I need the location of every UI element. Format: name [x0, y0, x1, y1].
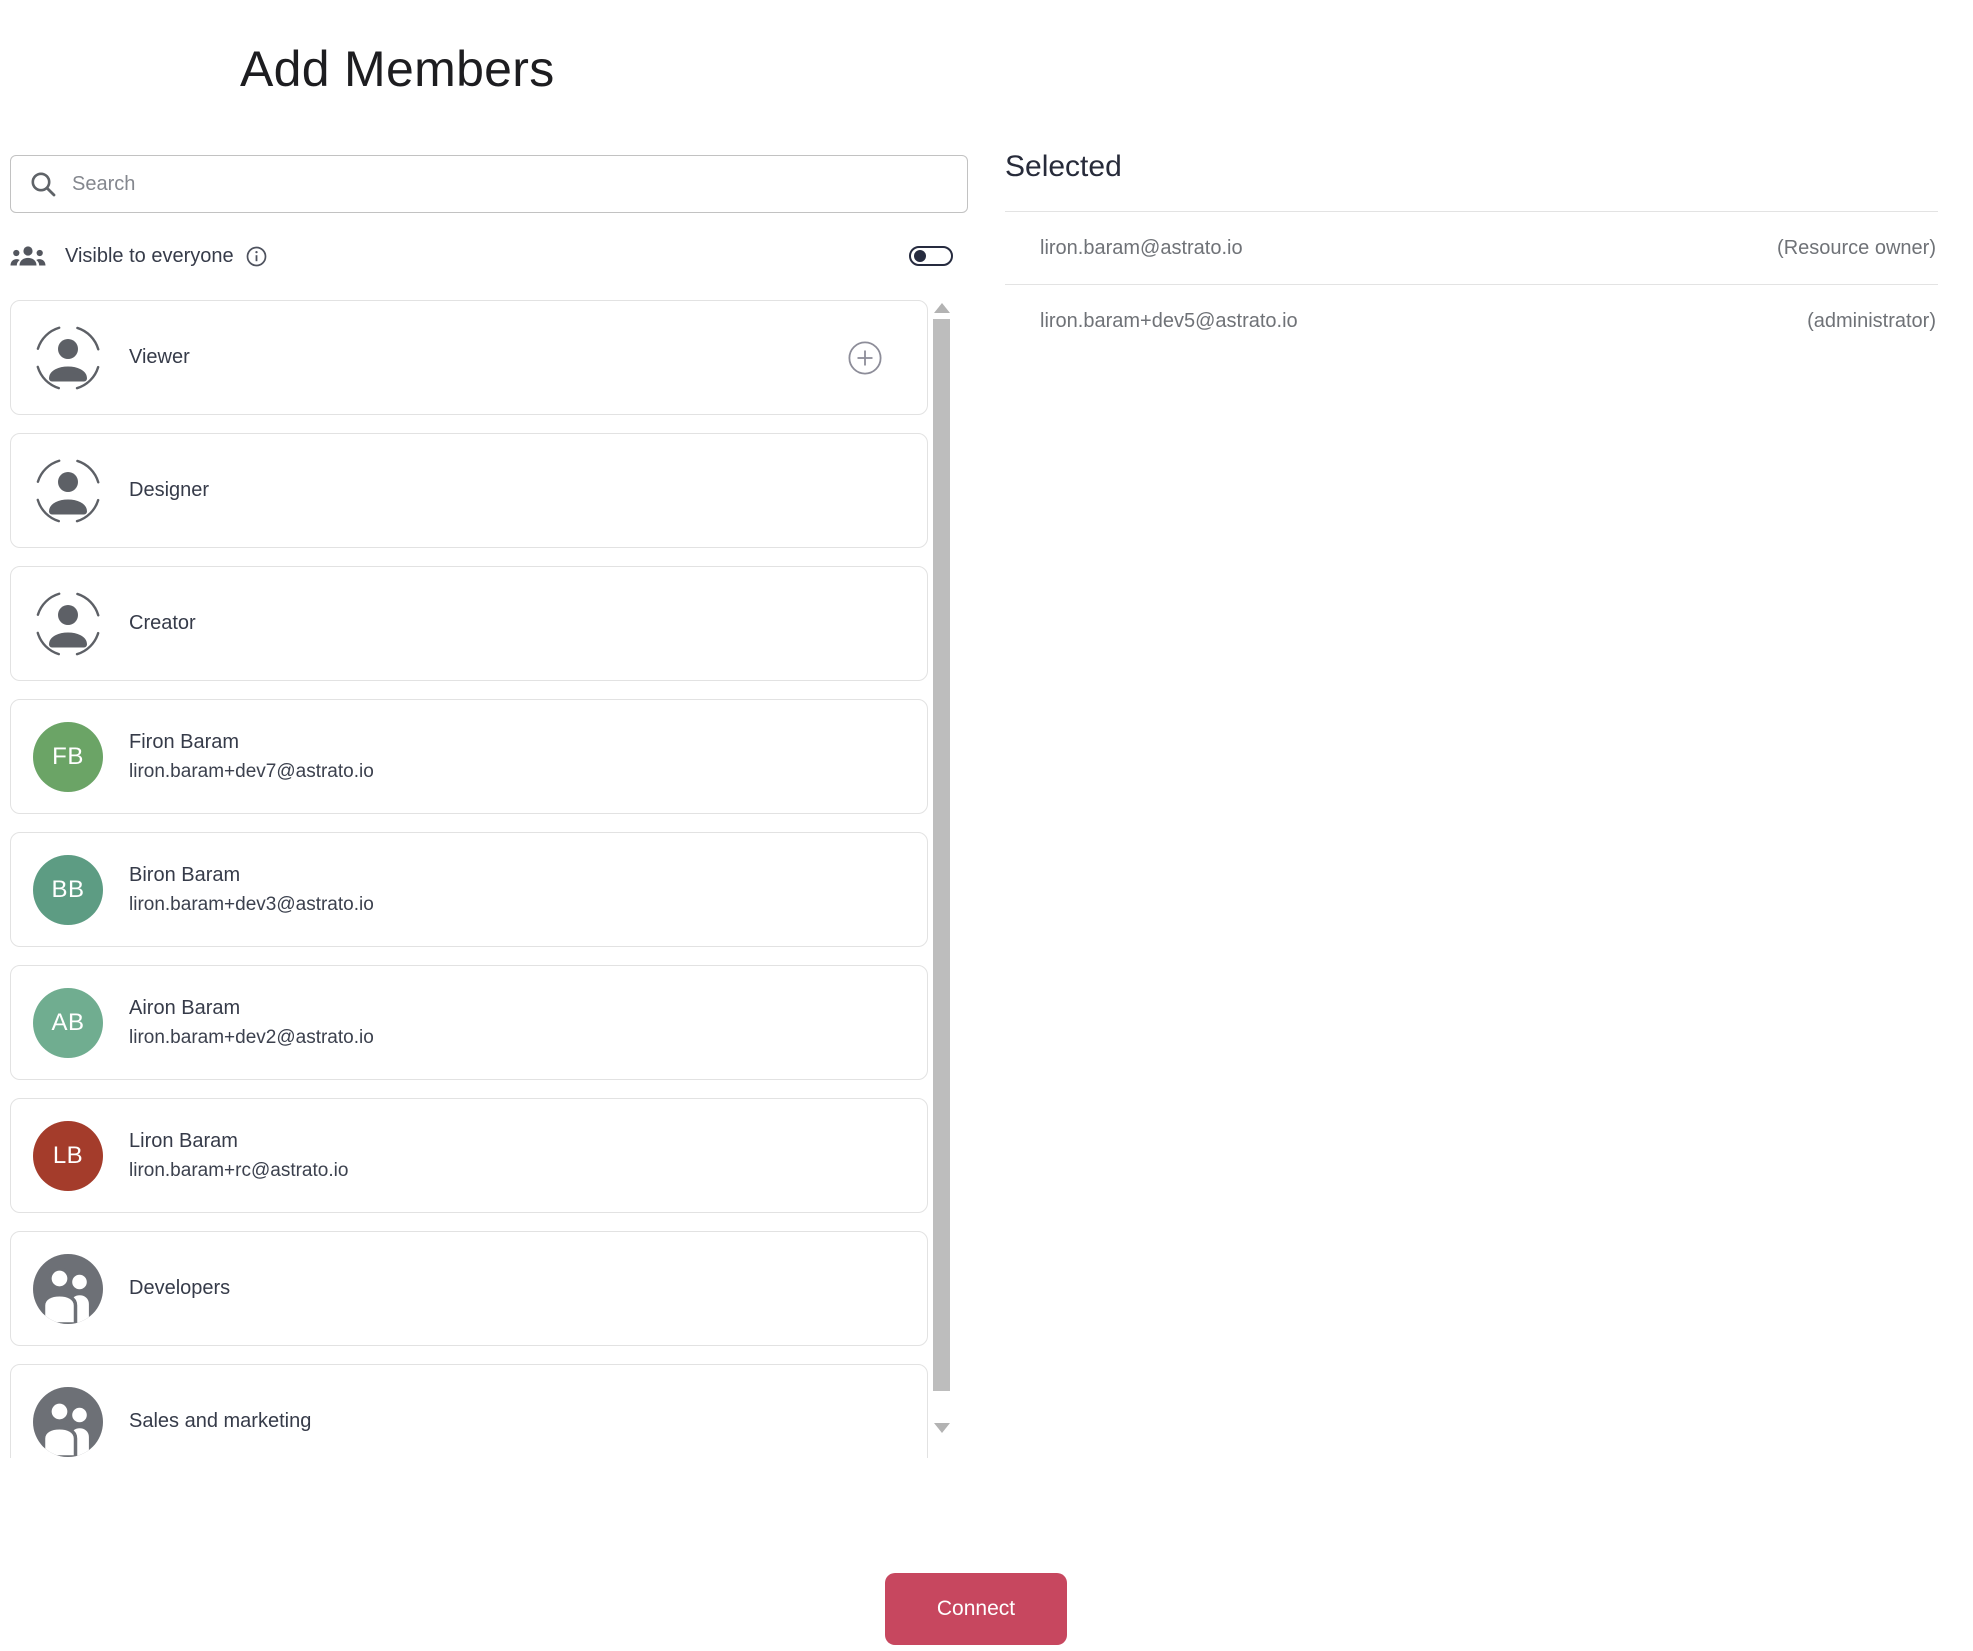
- member-label: Sales and marketing: [129, 1410, 312, 1432]
- info-icon[interactable]: [246, 246, 267, 267]
- selected-panel: Selected liron.baram@astrato.io (Resource…: [1005, 140, 1938, 358]
- add-member-button[interactable]: [848, 340, 882, 375]
- member-email: liron.baram+rc@astrato.io: [129, 1159, 349, 1181]
- member-texts: Firon Baram liron.baram+dev7@astrato.io: [129, 731, 374, 783]
- member-card-airon-baram[interactable]: AB Airon Baram liron.baram+dev2@astrato.io: [10, 965, 928, 1080]
- member-name: Airon Baram: [129, 996, 241, 1019]
- member-label: Developers: [129, 1277, 231, 1299]
- selected-heading: Selected: [1005, 150, 1122, 183]
- add-members-dialog: Add Members Visible to everyon: [0, 0, 1973, 1651]
- scroll-up-icon[interactable]: [934, 303, 950, 313]
- role-person-icon: [33, 456, 103, 526]
- member-email: liron.baram+dev2@astrato.io: [129, 1026, 374, 1048]
- member-list: Viewer Designer Creator FB Firon Baram liron.…: [10, 295, 963, 1458]
- member-card-creator[interactable]: Creator: [10, 566, 928, 681]
- member-card-firon-baram[interactable]: FB Firon Baram liron.baram+dev7@astrato.io: [10, 699, 928, 814]
- member-name: Liron Baram: [129, 1129, 238, 1152]
- group-people-icon: [33, 1386, 103, 1457]
- avatar: LB: [33, 1120, 103, 1191]
- avatar: FB: [33, 721, 103, 792]
- scrollbar-thumb[interactable]: [933, 319, 950, 1391]
- member-email: liron.baram+dev3@astrato.io: [129, 893, 374, 915]
- member-texts: Liron Baram liron.baram+rc@astrato.io: [129, 1130, 348, 1182]
- member-card-developers[interactable]: Developers: [10, 1231, 928, 1346]
- member-name: Firon Baram: [129, 730, 240, 753]
- selected-list: liron.baram@astrato.io (Resource owner) li…: [1005, 211, 1938, 358]
- member-card-designer[interactable]: Designer: [10, 433, 928, 548]
- groups-icon: [10, 244, 46, 269]
- member-texts: Biron Baram liron.baram+dev3@astrato.io: [129, 864, 374, 916]
- group-people-icon: [33, 1253, 103, 1324]
- search-input[interactable]: [72, 156, 967, 212]
- selected-role: (Resource owner): [1777, 236, 1936, 259]
- visibility-row: Visible to everyone: [10, 240, 956, 272]
- scroll-down-icon[interactable]: [934, 1423, 950, 1433]
- selected-email: liron.baram@astrato.io: [1040, 236, 1243, 259]
- search-icon: [28, 169, 58, 199]
- visibility-label: Visible to everyone: [65, 244, 234, 267]
- member-card-viewer[interactable]: Viewer: [10, 300, 928, 415]
- selected-role: (administrator): [1807, 310, 1936, 332]
- selected-row[interactable]: liron.baram+dev5@astrato.io (administrato…: [1005, 285, 1938, 358]
- scrollbar: [932, 295, 953, 1458]
- member-name: Biron Baram: [129, 863, 241, 886]
- selected-row[interactable]: liron.baram@astrato.io (Resource owner): [1005, 212, 1938, 285]
- plus-circle-icon: [848, 340, 882, 375]
- avatar: BB: [33, 854, 103, 925]
- page-title: Add Members: [240, 40, 555, 97]
- role-person-icon: [33, 589, 103, 659]
- member-label: Designer: [129, 479, 210, 501]
- member-card-sales-and-marketing[interactable]: Sales and marketing: [10, 1364, 928, 1458]
- member-label: Viewer: [129, 346, 190, 368]
- member-label: Creator: [129, 612, 196, 634]
- visibility-toggle[interactable]: [909, 246, 953, 266]
- selected-email: liron.baram+dev5@astrato.io: [1040, 310, 1298, 332]
- avatar: AB: [33, 987, 103, 1058]
- member-card-liron-baram[interactable]: LB Liron Baram liron.baram+rc@astrato.io: [10, 1098, 928, 1213]
- member-texts: Airon Baram liron.baram+dev2@astrato.io: [129, 997, 374, 1049]
- member-card-biron-baram[interactable]: BB Biron Baram liron.baram+dev3@astrato.io: [10, 832, 928, 947]
- role-person-icon: [33, 323, 103, 393]
- connect-button[interactable]: Connect: [885, 1573, 1067, 1645]
- search-box[interactable]: [10, 155, 968, 213]
- member-email: liron.baram+dev7@astrato.io: [129, 760, 374, 782]
